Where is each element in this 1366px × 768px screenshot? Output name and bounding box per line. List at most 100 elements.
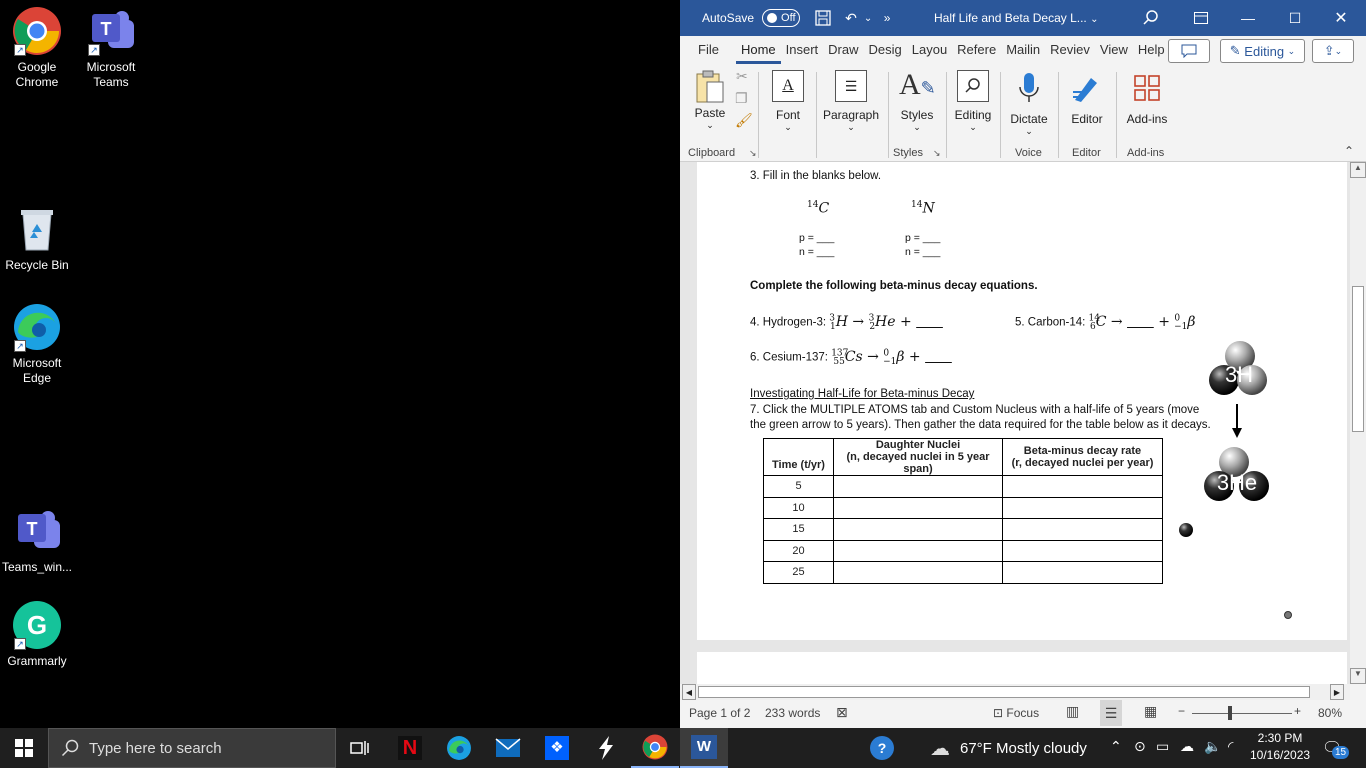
share-button[interactable]: ⇪ ⌄ (1312, 39, 1354, 63)
hscrollbar-thumb[interactable] (698, 686, 1310, 698)
close-button[interactable]: ✕ (1318, 0, 1364, 36)
start-button[interactable] (0, 728, 48, 768)
notification-center-icon[interactable]: 🗨 15 (1322, 738, 1350, 759)
desktop-icon-edge[interactable]: ↗ Microsoft Edge (0, 302, 74, 386)
document-area[interactable]: 3. Fill in the blanks below. 14C 14N p =… (680, 162, 1350, 684)
battery-icon[interactable]: ▭ (1156, 738, 1169, 755)
desktop-icon-teams[interactable]: T ↗ Microsoft Teams (74, 6, 148, 90)
zoom-in-button[interactable]: + (1294, 704, 1301, 718)
volume-icon[interactable]: 🔈 (1204, 738, 1221, 755)
zoom-slider[interactable] (1192, 713, 1292, 714)
find-icon (957, 70, 989, 102)
copy-icon[interactable]: ❐ (735, 90, 748, 107)
page-count[interactable]: Page 1 of 2 (689, 706, 750, 720)
format-painter-icon[interactable]: 🖌 (735, 112, 753, 129)
desktop-icon-recycle-bin[interactable]: Recycle Bin (0, 204, 74, 273)
show-hidden-icons[interactable]: ⌃ (1110, 738, 1122, 755)
paste-button[interactable]: Paste ⌄ (690, 70, 730, 131)
addins-button[interactable]: Add-ins (1122, 70, 1172, 126)
group-label-voice: Voice (1015, 147, 1042, 159)
document-page-2[interactable] (697, 652, 1347, 684)
save-icon[interactable] (812, 7, 834, 29)
horizontal-scrollbar[interactable]: ◀ ▶ (680, 684, 1350, 700)
word-count[interactable]: 233 words (765, 706, 820, 720)
desktop-icon-grammarly[interactable]: G ↗ Grammarly (0, 600, 74, 669)
tab-home[interactable]: Home (735, 36, 781, 64)
desktop-icon-chrome[interactable]: ↗ Google Chrome (0, 6, 74, 90)
clock[interactable]: 2:30 PM 10/16/2023 (1250, 730, 1310, 764)
editing-mode-button[interactable]: ✎ Editing ⌄ (1220, 39, 1305, 63)
paragraph-button[interactable]: ☰ Paragraph ⌄ (820, 70, 882, 133)
table-row[interactable]: 5 (763, 475, 1163, 498)
tab-file[interactable]: File (693, 36, 724, 64)
zoom-out-button[interactable]: − (1178, 704, 1185, 718)
app-bolt-icon[interactable] (582, 728, 630, 768)
tab-draw[interactable]: Draw (823, 36, 863, 64)
read-mode-icon[interactable]: ▥ (1066, 703, 1079, 720)
proofing-icon[interactable]: ⊠ (836, 704, 848, 721)
table-row[interactable]: 25 (763, 561, 1163, 584)
minimize-button[interactable]: — (1225, 0, 1271, 36)
meet-now-icon[interactable]: ⊙ (1134, 738, 1146, 755)
autosave-toggle[interactable]: Off (762, 9, 801, 27)
edge-icon[interactable] (435, 728, 483, 768)
cut-icon[interactable]: ✂ (736, 68, 748, 85)
tab-mailings[interactable]: Mailin (1001, 36, 1045, 64)
styles-button[interactable]: A✎ Styles ⌄ (894, 68, 940, 133)
help-icon[interactable]: ? (858, 728, 906, 768)
search-icon[interactable] (1128, 0, 1174, 36)
tab-help[interactable]: Help (1133, 36, 1170, 64)
table-row[interactable]: 15 (763, 518, 1163, 541)
network-icon[interactable]: ◜ (1228, 738, 1233, 755)
weather-widget[interactable]: ☁ 67°F Mostly cloudy (930, 728, 1087, 768)
document-page[interactable]: 3. Fill in the blanks below. 14C 14N p =… (697, 162, 1347, 640)
addins-icon (1129, 70, 1165, 106)
chrome-taskbar-icon[interactable] (631, 728, 679, 768)
taskbar-search-box[interactable]: Type here to search (48, 728, 336, 768)
mail-icon[interactable] (484, 728, 532, 768)
task-view-icon[interactable] (336, 728, 384, 768)
tab-view[interactable]: View (1095, 36, 1133, 64)
netflix-icon[interactable]: N (386, 728, 434, 768)
dropbox-icon[interactable]: ❖ (533, 728, 581, 768)
collapse-ribbon-icon[interactable]: ⌃ (1344, 144, 1354, 158)
onedrive-icon[interactable]: ☁ (1180, 738, 1194, 755)
web-layout-icon[interactable]: ▦ (1144, 703, 1157, 720)
ribbon-display-icon[interactable] (1178, 0, 1224, 36)
group-label-addins: Add-ins (1127, 147, 1165, 159)
tab-design[interactable]: Desig (864, 36, 907, 64)
data-table[interactable]: Time (t/yr) Daughter Nuclei (n, decayed n… (763, 438, 1163, 584)
carbon-n-blank: n = ___ (799, 246, 835, 258)
undo-icon[interactable]: ↶ (840, 7, 862, 29)
maximize-button[interactable]: ☐ (1272, 0, 1318, 36)
editor-button[interactable]: Editor (1064, 70, 1110, 126)
scrollbar-thumb[interactable] (1352, 286, 1364, 432)
tab-layout[interactable]: Layou (907, 36, 952, 64)
comments-button[interactable] (1168, 39, 1210, 63)
word-window: AutoSave Off ↶ ⌄ » Half Life and Beta De… (680, 0, 1366, 728)
desktop-icon-teams-installer[interactable]: T Teams_win... (0, 506, 74, 575)
taskbar: Type here to search N ❖ W ? ☁ 67°F Mostl… (0, 728, 1366, 768)
tab-references[interactable]: Refere (952, 36, 1001, 64)
table-header-daughter: Daughter Nuclei (n, decayed nuclei in 5 y… (833, 438, 1003, 476)
table-row[interactable]: 10 (763, 496, 1163, 519)
focus-button[interactable]: ⊡ Focus (993, 706, 1039, 720)
word-taskbar-icon[interactable]: W (680, 728, 728, 768)
dictate-button[interactable]: Dictate ⌄ (1006, 70, 1052, 137)
document-title[interactable]: Half Life and Beta Decay L... ⌄ (934, 11, 1099, 25)
styles-launcher-icon[interactable]: ↘ (933, 148, 941, 159)
tab-review[interactable]: Reviev (1045, 36, 1095, 64)
undo-dropdown-icon[interactable]: ⌄ (862, 7, 874, 29)
zoom-level[interactable]: 80% (1318, 706, 1342, 720)
print-layout-icon[interactable]: ☰ (1100, 700, 1122, 726)
more-commands-icon[interactable]: » (876, 7, 898, 29)
zoom-slider-thumb[interactable] (1228, 706, 1232, 720)
chrome-icon: ↗ (12, 6, 62, 56)
tab-insert[interactable]: Insert (781, 36, 824, 64)
table-row[interactable]: 20 (763, 539, 1163, 562)
editing-button[interactable]: Editing ⌄ (950, 70, 996, 133)
font-icon: A (772, 70, 804, 102)
font-button[interactable]: A Font ⌄ (768, 70, 808, 133)
clipboard-launcher-icon[interactable]: ↘ (749, 148, 757, 159)
vertical-scrollbar[interactable]: ▲ ▼ (1350, 162, 1366, 684)
